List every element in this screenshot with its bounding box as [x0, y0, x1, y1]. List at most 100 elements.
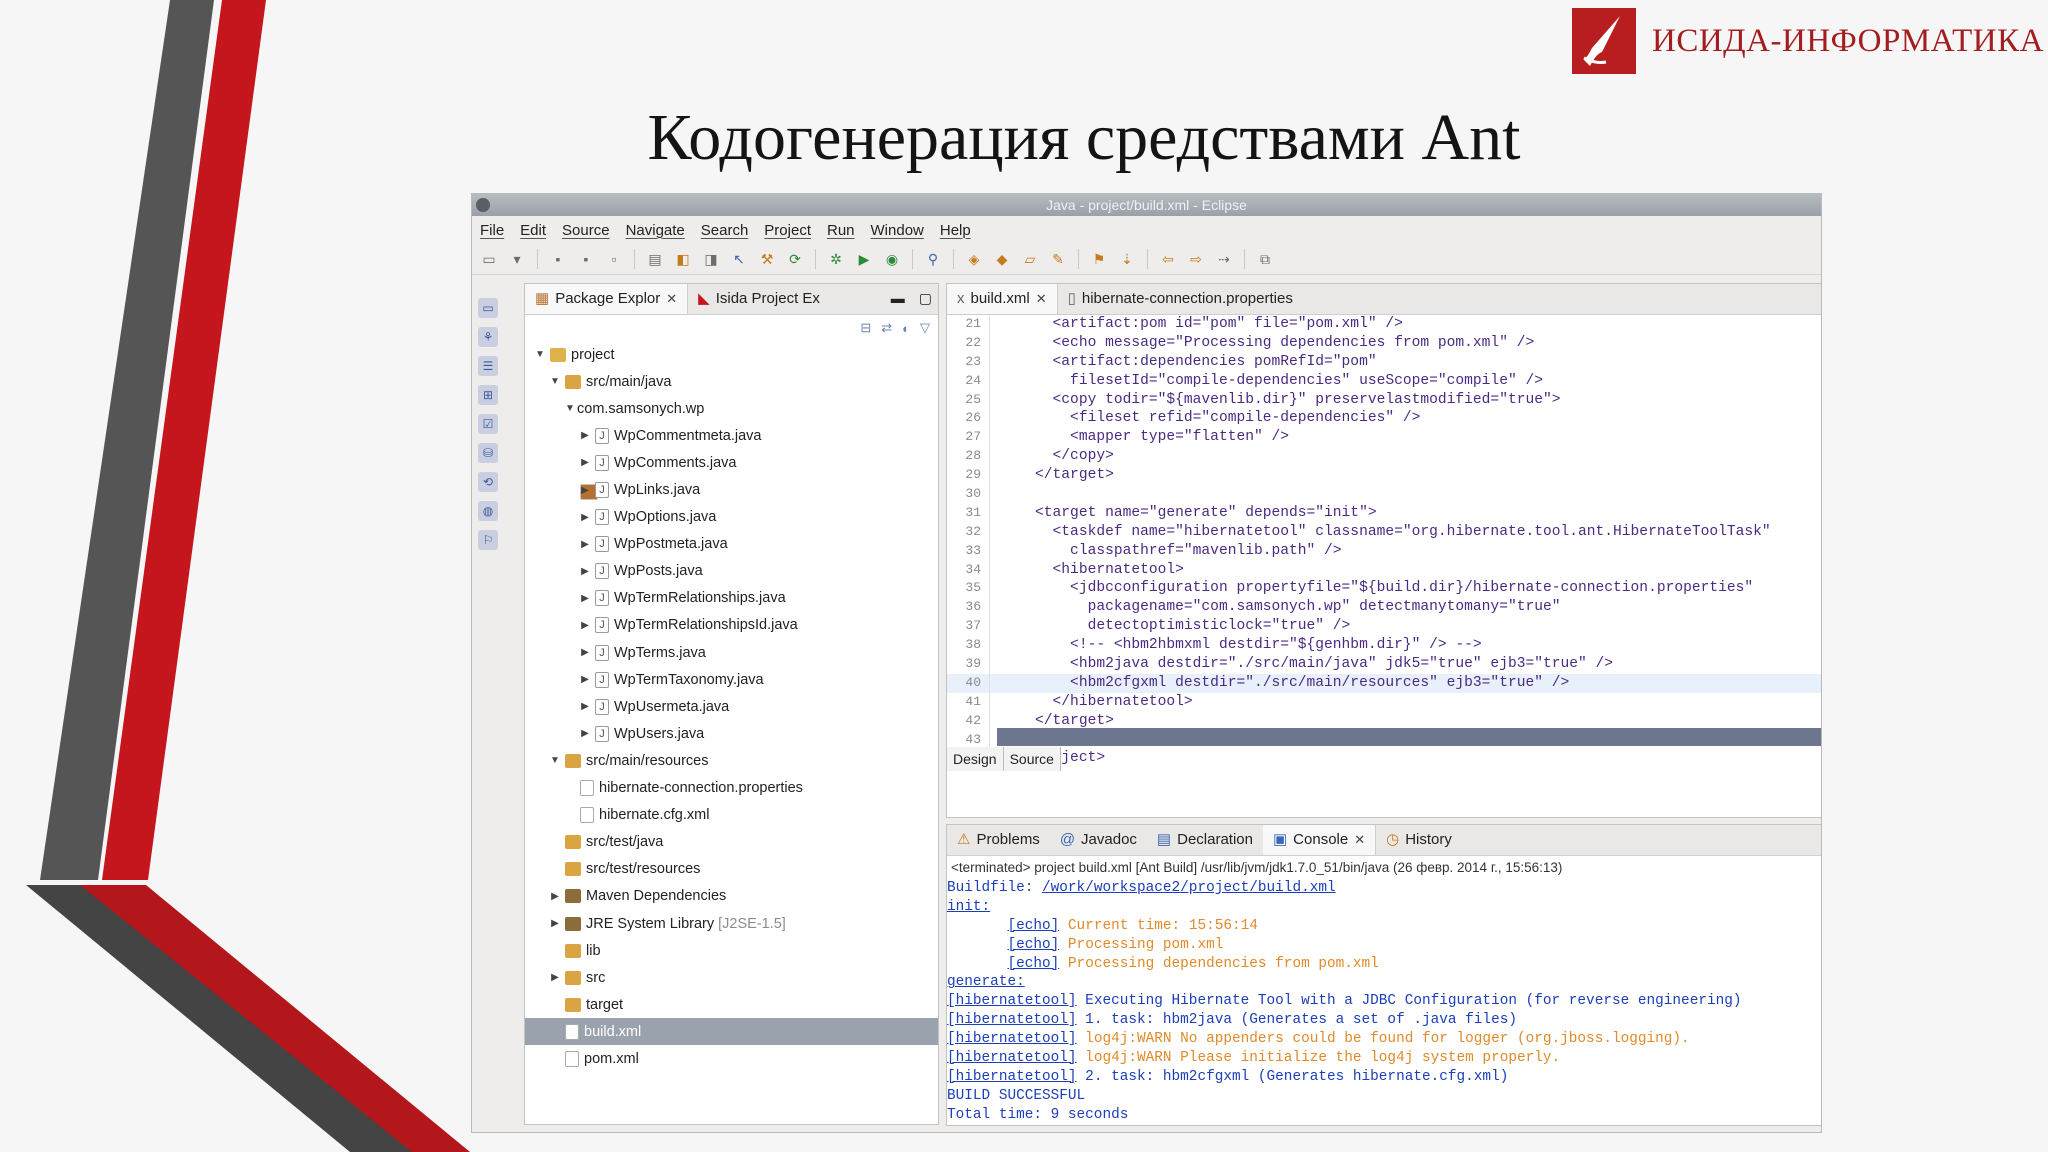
- window-close-icon[interactable]: [476, 198, 490, 212]
- pointer-icon[interactable]: ↖: [728, 249, 750, 269]
- tree-item[interactable]: ▶ J WpCommentmeta.java: [525, 422, 938, 449]
- tree-item[interactable]: ▶ J WpUsermeta.java: [525, 693, 938, 720]
- open-type-icon[interactable]: ◈: [963, 249, 985, 269]
- tab-console[interactable]: ▣ Console ✕: [1262, 825, 1377, 855]
- console-link[interactable]: /work/workspace2/project/build.xml: [1042, 880, 1336, 896]
- back-icon[interactable]: ⇦: [1157, 249, 1179, 269]
- console-link[interactable]: init:: [947, 899, 990, 915]
- collapsed-icon[interactable]: ▶: [578, 539, 592, 550]
- expanded-icon[interactable]: ▼: [563, 403, 577, 414]
- console-link[interactable]: [hibernatetool]: [947, 1012, 1077, 1028]
- tab-hibernate-properties[interactable]: ▯ hibernate-connection.properties: [1058, 284, 1303, 314]
- close-icon[interactable]: ✕: [1354, 825, 1365, 855]
- tab-design[interactable]: Design: [947, 747, 1004, 771]
- expanded-icon[interactable]: ▼: [533, 349, 547, 360]
- tree-item[interactable]: target: [525, 991, 938, 1018]
- menu-window[interactable]: Window: [871, 222, 924, 239]
- tree-item[interactable]: pom.xml: [525, 1045, 938, 1072]
- console-link[interactable]: [echo]: [1007, 937, 1059, 953]
- menu-file[interactable]: File: [480, 222, 504, 239]
- open-resource-icon[interactable]: ◆: [991, 249, 1013, 269]
- tree-item[interactable]: ▶ J WpTermRelationships.java: [525, 585, 938, 612]
- tree-item[interactable]: ▶ J WpPosts.java: [525, 558, 938, 585]
- collapsed-icon[interactable]: ▶: [578, 620, 592, 631]
- collapsed-icon[interactable]: ▶: [578, 512, 592, 523]
- tree-item[interactable]: ▶ J WpTermRelationshipsId.java: [525, 612, 938, 639]
- code-editor[interactable]: 21 <artifact:pom id="pom" file="pom.xml"…: [947, 315, 1821, 769]
- tree-item[interactable]: ▼ project: [525, 341, 938, 368]
- collapsed-icon[interactable]: ▶: [548, 918, 562, 929]
- tree-item[interactable]: ▶ J WpPostmeta.java: [525, 531, 938, 558]
- menu-navigate[interactable]: Navigate: [626, 222, 685, 239]
- menu-project[interactable]: Project: [764, 222, 811, 239]
- tab-isida-project-explorer[interactable]: ◣ Isida Project Ex: [688, 284, 830, 314]
- tab-javadoc[interactable]: @ Javadoc: [1050, 825, 1147, 855]
- tree-item[interactable]: build.xml: [525, 1018, 938, 1046]
- collapsed-icon[interactable]: ▶: [548, 891, 562, 902]
- link-editor-icon[interactable]: ⇄: [881, 320, 892, 336]
- collapsed-icon[interactable]: ▶: [578, 566, 592, 577]
- expanded-icon[interactable]: ▼: [548, 376, 562, 387]
- console-link[interactable]: [hibernatetool]: [947, 993, 1077, 1009]
- console-link[interactable]: generate:: [947, 974, 1025, 990]
- tree-item[interactable]: hibernate-connection.properties: [525, 775, 938, 802]
- console-link[interactable]: [hibernatetool]: [947, 1031, 1077, 1047]
- collapsed-icon[interactable]: ▶: [578, 647, 592, 658]
- menu-edit[interactable]: Edit: [520, 222, 546, 239]
- tab-source[interactable]: Source: [1003, 747, 1061, 771]
- tree-item[interactable]: ▶ J WpOptions.java: [525, 504, 938, 531]
- collapsed-icon[interactable]: ▶: [578, 593, 592, 604]
- console-link[interactable]: [hibernatetool]: [947, 1069, 1077, 1085]
- tasks-icon[interactable]: ☑: [478, 414, 498, 434]
- menu-search[interactable]: Search: [701, 222, 749, 239]
- pin-icon[interactable]: ⚑: [1088, 249, 1110, 269]
- new-icon[interactable]: ▭: [478, 249, 500, 269]
- perspective-icon[interactable]: ⧉: [1254, 249, 1276, 269]
- run-external-icon[interactable]: ◉: [881, 249, 903, 269]
- tree-item[interactable]: ▶ J WpLinks.java: [525, 476, 938, 503]
- collapsed-icon[interactable]: ▶: [548, 972, 562, 983]
- outline-icon[interactable]: ☰: [478, 356, 498, 376]
- navigator-icon[interactable]: ⊞: [478, 385, 498, 405]
- tree-item[interactable]: ▶ JRE System Library [J2SE-1.5]: [525, 910, 938, 937]
- view-menu-icon[interactable]: ▽: [920, 320, 930, 336]
- tab-problems[interactable]: ⚠ Problems: [947, 825, 1050, 855]
- tree-item[interactable]: ▶ J WpComments.java: [525, 449, 938, 476]
- console-link[interactable]: [echo]: [1007, 918, 1059, 934]
- collapsed-icon[interactable]: ▶: [578, 674, 592, 685]
- tools-icon[interactable]: ⚒: [756, 249, 778, 269]
- print-icon[interactable]: ▫: [603, 249, 625, 269]
- console-link[interactable]: [hibernatetool]: [947, 1050, 1077, 1066]
- tree-item[interactable]: src/test/java: [525, 829, 938, 856]
- save-all-icon[interactable]: ▪: [575, 249, 597, 269]
- tab-build-xml[interactable]: x build.xml ✕: [947, 284, 1058, 314]
- build-icon[interactable]: ▤: [644, 249, 666, 269]
- task-icon[interactable]: ◧: [672, 249, 694, 269]
- collapse-all-icon[interactable]: ⊟: [860, 320, 871, 336]
- history-forward-icon[interactable]: ⇢: [1213, 249, 1235, 269]
- tree-item[interactable]: ▶ J WpTermTaxonomy.java: [525, 666, 938, 693]
- horizontal-scrollbar[interactable]: [997, 728, 1821, 746]
- tree-item[interactable]: ▼ com.samsonych.wp: [525, 395, 938, 501]
- minimize-view-icon[interactable]: ▭: [478, 298, 498, 318]
- tree-item[interactable]: ▶ J WpTerms.java: [525, 639, 938, 666]
- menu-help[interactable]: Help: [940, 222, 971, 239]
- close-icon[interactable]: ✕: [1036, 284, 1047, 314]
- annotation-icon[interactable]: ✎: [1047, 249, 1069, 269]
- focus-icon[interactable]: ◐: [902, 321, 910, 336]
- tree-item[interactable]: hibernate.cfg.xml: [525, 802, 938, 829]
- collapsed-icon[interactable]: ▶: [578, 430, 592, 441]
- debug-icon[interactable]: ✲: [825, 249, 847, 269]
- save-icon[interactable]: ▪: [547, 249, 569, 269]
- run-icon[interactable]: ▶: [853, 249, 875, 269]
- tree-item[interactable]: lib: [525, 937, 938, 964]
- bookmark-icon[interactable]: ⚐: [478, 530, 498, 550]
- maximize-icon[interactable]: ▢: [919, 290, 932, 307]
- tab-package-explorer[interactable]: ▦ Package Explor ✕: [525, 284, 689, 314]
- tree-item[interactable]: ▶ Maven Dependencies: [525, 883, 938, 910]
- tree-item[interactable]: src/test/resources: [525, 856, 938, 883]
- collapsed-icon[interactable]: ▶: [578, 701, 592, 712]
- toggle-mark-icon[interactable]: ◨: [700, 249, 722, 269]
- refresh-icon[interactable]: ⟳: [784, 249, 806, 269]
- servers-icon[interactable]: ⛁: [478, 443, 498, 463]
